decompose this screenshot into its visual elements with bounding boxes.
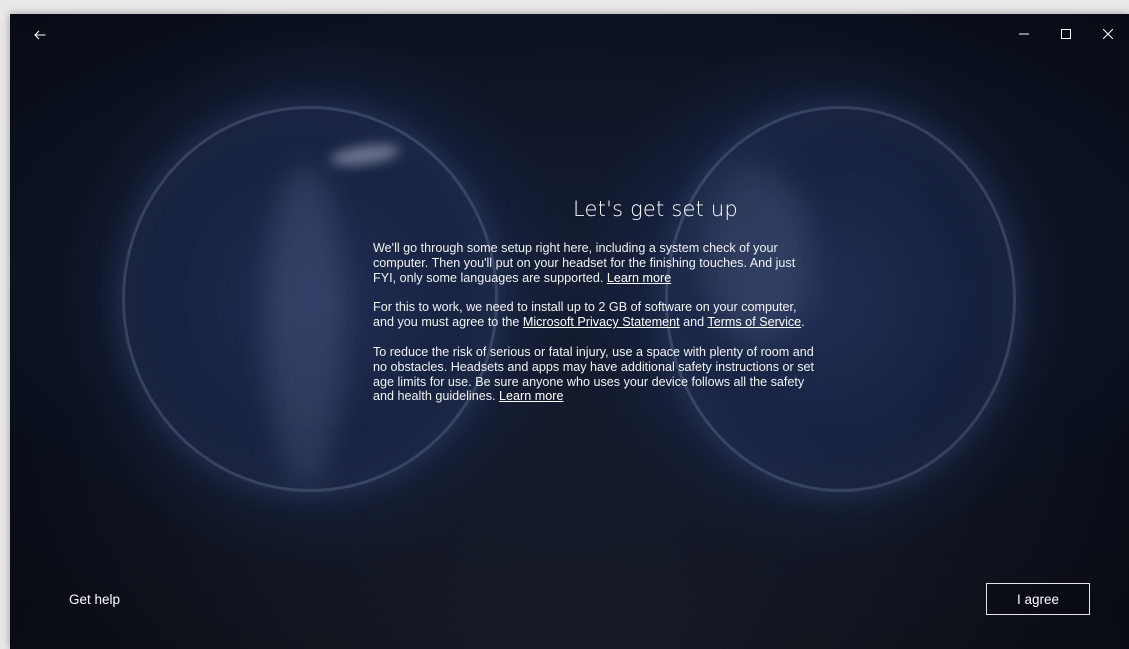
minimize-icon	[1019, 33, 1029, 35]
maximize-button[interactable]	[1045, 14, 1087, 54]
get-help-link[interactable]: Get help	[69, 592, 120, 607]
agree-button[interactable]: I agree	[986, 583, 1090, 615]
privacy-statement-link[interactable]: Microsoft Privacy Statement	[523, 315, 680, 329]
setup-window: Let's get set up We'll go through some s…	[10, 14, 1129, 649]
back-button[interactable]	[28, 24, 52, 46]
setup-intro-paragraph: We'll go through some setup right here, …	[373, 241, 818, 285]
maximize-icon	[1061, 29, 1071, 39]
back-arrow-icon	[34, 30, 46, 40]
window-controls	[1003, 14, 1129, 54]
close-button[interactable]	[1087, 14, 1129, 54]
safety-text: To reduce the risk of serious or fatal i…	[373, 344, 815, 404]
safety-learn-more-link[interactable]: Learn more	[499, 389, 563, 403]
setup-content: Let's get set up We'll go through some s…	[373, 197, 818, 419]
install-paragraph: For this to work, we need to install up …	[373, 300, 818, 330]
close-icon	[1103, 29, 1113, 39]
minimize-button[interactable]	[1003, 14, 1045, 54]
page-title: Let's get set up	[573, 197, 738, 221]
safety-paragraph: To reduce the risk of serious or fatal i…	[373, 345, 818, 404]
install-text-and: and	[683, 315, 705, 330]
setup-intro-text: We'll go through some setup right here, …	[373, 241, 796, 285]
terms-of-service-link[interactable]: Terms of Service	[707, 315, 801, 329]
install-text-period: .	[801, 315, 805, 330]
languages-learn-more-link[interactable]: Learn more	[607, 271, 671, 285]
